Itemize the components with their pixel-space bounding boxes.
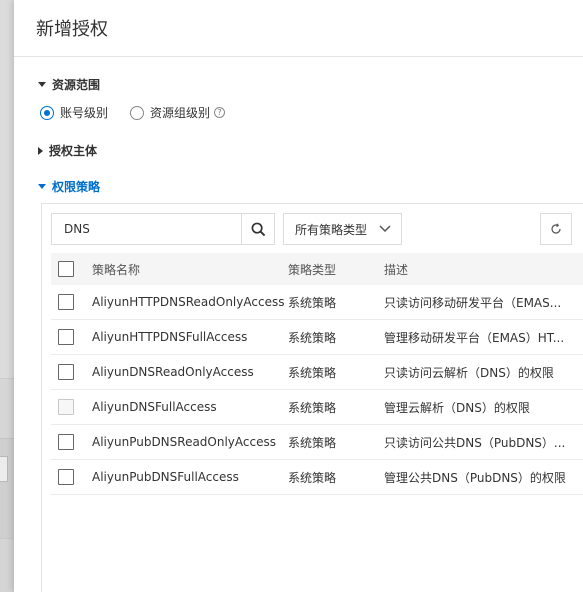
row-checkbox[interactable] bbox=[58, 329, 74, 345]
policy-type: 系统策略 bbox=[288, 330, 337, 345]
column-header-desc: 描述 bbox=[384, 262, 409, 277]
row-checkbox[interactable] bbox=[58, 364, 74, 380]
row-checkbox[interactable] bbox=[58, 434, 74, 450]
table-row: AliyunDNSFullAccess 系统策略 管理云解析（DNS）的权限 bbox=[51, 390, 583, 425]
scope-radio-group: 账号级别 资源组级别 ? bbox=[40, 104, 226, 121]
section-permission-policy[interactable]: 权限策略 bbox=[38, 178, 100, 195]
chevron-down-icon bbox=[379, 225, 391, 233]
policy-name: AliyunPubDNSFullAccess bbox=[92, 470, 239, 484]
policy-name: AliyunPubDNSReadOnlyAccess bbox=[92, 435, 276, 449]
policy-name: AliyunDNSFullAccess bbox=[92, 400, 217, 414]
row-checkbox-disabled bbox=[58, 399, 74, 415]
help-icon[interactable]: ? bbox=[214, 107, 226, 118]
radio-dot[interactable] bbox=[40, 105, 54, 120]
background-pager-button bbox=[0, 456, 8, 482]
section-resource-scope[interactable]: 资源范围 bbox=[38, 76, 100, 93]
search-button[interactable] bbox=[241, 214, 274, 244]
radio-account-level-label: 账号级别 bbox=[60, 106, 109, 120]
policy-name: AliyunDNSReadOnlyAccess bbox=[92, 365, 254, 379]
policy-search-box: DNS bbox=[51, 213, 275, 245]
radio-dot[interactable] bbox=[130, 105, 145, 120]
policy-type: 系统策略 bbox=[288, 400, 337, 415]
policy-desc: 只读访问云解析（DNS）的权限 bbox=[384, 365, 554, 380]
table-row[interactable]: AliyunHTTPDNSFullAccess 系统策略 管理移动研发平台（EM… bbox=[51, 320, 583, 355]
policy-table: 策略名称 策略类型 描述 AliyunHTTPDNSReadOnlyAccess… bbox=[51, 253, 583, 495]
policy-panel: DNS 所有策略类型 策略名称 策略类型 描述 AliyunHTTPDNSRea… bbox=[41, 203, 583, 592]
column-header-name: 策略名称 bbox=[92, 262, 141, 277]
section-principal-label: 授权主体 bbox=[49, 144, 98, 158]
caret-down-icon bbox=[38, 184, 46, 189]
search-icon bbox=[251, 222, 265, 236]
policy-desc: 管理公共DNS（PubDNS）的权限 bbox=[384, 470, 566, 485]
radio-resource-group-level-label: 资源组级别 bbox=[150, 106, 211, 120]
caret-right-icon bbox=[38, 146, 43, 155]
section-permission-policy-label: 权限策略 bbox=[52, 180, 101, 194]
drawer-header: 新增授权 bbox=[14, 0, 583, 57]
add-authorization-drawer: 新增授权 资源范围 账号级别 资源组级别 ? 授权主体 权限策略 DNS 所有策… bbox=[14, 0, 583, 592]
policy-type: 系统策略 bbox=[288, 365, 337, 380]
policy-type: 系统策略 bbox=[288, 470, 337, 485]
table-row[interactable]: AliyunPubDNSReadOnlyAccess 系统策略 只读访问公共DN… bbox=[51, 425, 583, 460]
background-page bbox=[0, 0, 14, 592]
table-row[interactable]: AliyunDNSReadOnlyAccess 系统策略 只读访问云解析（DNS… bbox=[51, 355, 583, 390]
policy-name: AliyunHTTPDNSFullAccess bbox=[92, 330, 248, 344]
row-checkbox[interactable] bbox=[58, 294, 74, 310]
radio-account-level[interactable]: 账号级别 bbox=[40, 104, 108, 121]
policy-desc: 管理云解析（DNS）的权限 bbox=[384, 400, 530, 415]
policy-desc: 只读访问公共DNS（PubDNS）... bbox=[384, 435, 566, 450]
refresh-button[interactable] bbox=[540, 213, 572, 245]
section-resource-scope-label: 资源范围 bbox=[52, 78, 101, 92]
radio-resource-group-level[interactable]: 资源组级别 ? bbox=[130, 104, 226, 121]
table-row[interactable]: AliyunHTTPDNSReadOnlyAccess 系统策略 只读访问移动研… bbox=[51, 285, 583, 320]
policy-desc: 只读访问移动研发平台（EMAS... bbox=[384, 295, 562, 310]
table-row[interactable]: AliyunPubDNSFullAccess 系统策略 管理公共DNS（PubD… bbox=[51, 460, 583, 495]
caret-down-icon bbox=[38, 82, 46, 87]
policy-desc: 管理移动研发平台（EMAS）HT... bbox=[384, 330, 565, 345]
table-header-row: 策略名称 策略类型 描述 bbox=[51, 253, 583, 285]
policy-type-select-value: 所有策略类型 bbox=[295, 222, 368, 237]
policy-search-input[interactable]: DNS bbox=[52, 214, 241, 244]
policy-name: AliyunHTTPDNSReadOnlyAccess bbox=[92, 295, 285, 309]
refresh-icon bbox=[551, 223, 561, 234]
policy-type: 系统策略 bbox=[288, 435, 337, 450]
drawer-title: 新增授权 bbox=[36, 19, 108, 40]
row-checkbox[interactable] bbox=[58, 469, 74, 485]
policy-type-select[interactable]: 所有策略类型 bbox=[283, 213, 402, 245]
section-principal[interactable]: 授权主体 bbox=[38, 142, 97, 159]
policy-type: 系统策略 bbox=[288, 295, 337, 310]
select-all-checkbox[interactable] bbox=[58, 261, 74, 277]
column-header-type: 策略类型 bbox=[288, 262, 337, 277]
